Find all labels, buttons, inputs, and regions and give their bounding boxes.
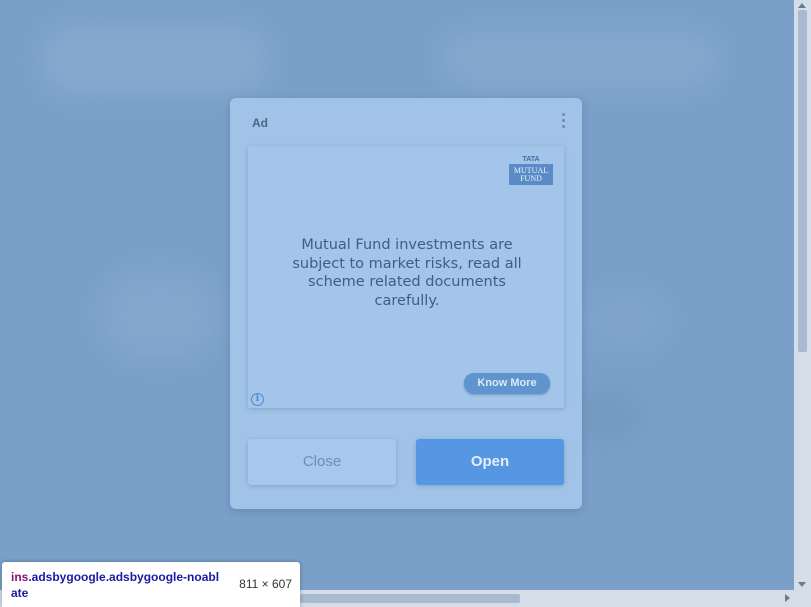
ad-dialog: Ad TATA MUTUAL FUND Mutual Fund investme… — [230, 98, 582, 509]
ad-label: Ad — [252, 116, 268, 130]
open-button[interactable]: Open — [416, 439, 564, 485]
scrollbar-corner — [794, 590, 811, 607]
brand-logo-top: TATA — [509, 156, 553, 164]
background-blur — [100, 270, 220, 360]
close-button[interactable]: Close — [248, 439, 396, 485]
element-classes: .adsbygoogle.adsbygoogle-noablate — [11, 570, 220, 600]
element-selector: ins.adsbygoogle.adsbygoogle-noablate — [11, 569, 225, 601]
scroll-right-icon[interactable] — [785, 594, 790, 602]
brand-logo-line2: FUND — [520, 174, 542, 183]
background-blur — [40, 25, 270, 95]
scroll-down-icon[interactable] — [798, 582, 806, 587]
devtools-element-tooltip: ins.adsbygoogle.adsbygoogle-noablate 811… — [2, 562, 300, 607]
element-dimensions: 811 × 607 — [239, 577, 292, 591]
vertical-scroll-thumb[interactable] — [798, 10, 807, 352]
background-blur — [580, 290, 670, 350]
brand-logo: TATA MUTUAL FUND — [509, 156, 553, 185]
background-blur — [440, 30, 720, 90]
horizontal-scroll-thumb[interactable] — [300, 594, 520, 603]
know-more-button[interactable]: Know More — [464, 373, 550, 394]
ad-disclaimer: Mutual Fund investments are subject to m… — [292, 237, 522, 309]
info-icon[interactable]: i — [251, 393, 264, 406]
element-tag: ins — [11, 570, 29, 584]
scroll-up-icon[interactable] — [798, 3, 806, 8]
more-options-icon[interactable] — [558, 113, 568, 131]
vertical-scrollbar[interactable] — [794, 0, 811, 590]
ad-creative[interactable]: TATA MUTUAL FUND Mutual Fund investments… — [248, 146, 564, 408]
